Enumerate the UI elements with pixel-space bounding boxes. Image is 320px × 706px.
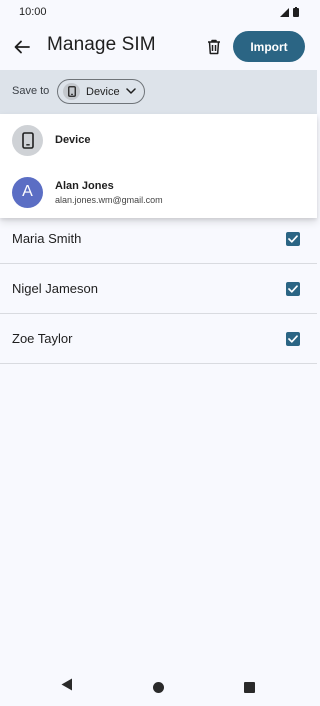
list-item[interactable]: Nigel Jameson — [0, 264, 317, 314]
contact-name: Maria Smith — [12, 231, 82, 246]
chevron-down-icon — [125, 88, 136, 94]
nav-home-button[interactable] — [153, 682, 164, 693]
page-title: Manage SIM — [47, 34, 156, 55]
import-button[interactable]: Import — [233, 31, 305, 62]
contact-checkbox[interactable] — [286, 281, 300, 296]
save-to-dropdown[interactable]: Device — [57, 79, 145, 104]
status-icons — [280, 7, 299, 17]
nav-back-button[interactable] — [61, 678, 73, 696]
contact-list: Maria Smith Nigel Jameson Zoe Taylor — [0, 214, 317, 364]
save-to-label: Save to — [12, 85, 50, 97]
trash-icon — [208, 39, 220, 55]
phone-icon — [63, 83, 80, 100]
save-to-selected: Device — [86, 85, 120, 98]
check-icon — [288, 334, 298, 343]
check-icon — [288, 234, 298, 243]
phone-icon — [12, 124, 43, 156]
contact-checkbox[interactable] — [286, 231, 300, 246]
nav-recents-button[interactable] — [244, 682, 255, 693]
status-bar: 10:00 — [0, 0, 317, 24]
contact-name: Zoe Taylor — [12, 331, 73, 346]
delete-button[interactable] — [202, 35, 226, 59]
contact-name: Nigel Jameson — [12, 281, 98, 296]
save-to-menu: Device A Alan Jones alan.jones.wm@gmail.… — [0, 114, 317, 218]
account-name: Alan Jones — [55, 179, 114, 192]
arrow-back-icon — [14, 40, 30, 54]
avatar: A — [12, 176, 43, 208]
battery-icon — [293, 7, 299, 17]
menu-item-label: Device — [55, 134, 91, 146]
menu-item-text: Alan Jones alan.jones.wm@gmail.com — [55, 180, 163, 205]
list-item[interactable]: Maria Smith — [0, 214, 317, 264]
triangle-back-icon — [61, 678, 72, 691]
contact-checkbox[interactable] — [286, 331, 300, 346]
signal-icon — [280, 7, 289, 17]
back-button[interactable] — [10, 35, 34, 59]
list-item[interactable]: Zoe Taylor — [0, 314, 317, 364]
menu-item-text: Device — [55, 134, 90, 146]
check-icon — [288, 284, 298, 293]
status-time: 10:00 — [19, 6, 47, 18]
app-bar: Manage SIM Import — [0, 24, 317, 70]
save-to-bar: Save to Device — [0, 70, 317, 114]
account-email: alan.jones.wm@gmail.com — [55, 194, 163, 205]
menu-item-device[interactable]: Device — [0, 114, 317, 166]
menu-item-account[interactable]: A Alan Jones alan.jones.wm@gmail.com — [0, 166, 317, 218]
